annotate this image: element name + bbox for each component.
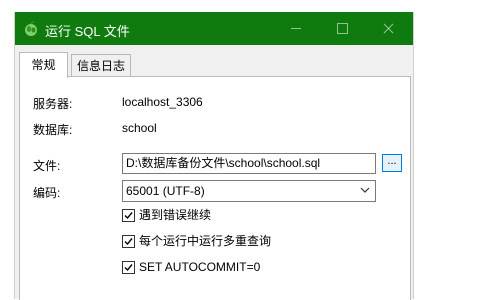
- multiple-queries-checkbox[interactable]: [122, 235, 135, 248]
- general-panel: 服务器: localhost_3306 数据库: school 文件: D:\数…: [19, 76, 411, 300]
- title-bar[interactable]: 运行 SQL 文件: [15, 12, 413, 45]
- tab-general[interactable]: 常规: [19, 52, 68, 78]
- close-icon[interactable]: [365, 12, 411, 45]
- run-sql-file-dialog: 运行 SQL 文件 常规 信息日志 服务器: localhost_3306 数据…: [14, 12, 414, 300]
- database-value: school: [122, 121, 157, 135]
- minimize-icon[interactable]: [273, 12, 319, 45]
- tab-info-log[interactable]: 信息日志: [71, 54, 131, 77]
- autocommit-checkbox[interactable]: [122, 261, 135, 274]
- multiple-queries-label: 每个运行中运行多重查询: [139, 234, 272, 248]
- encoding-selected-value: 65001 (UTF-8): [126, 184, 205, 198]
- autocommit-label: SET AUTOCOMMIT=0: [139, 260, 261, 274]
- checkmark-icon: [124, 212, 133, 220]
- navicat-leaf-icon: [25, 21, 37, 36]
- maximize-icon[interactable]: [319, 12, 365, 45]
- server-value: localhost_3306: [122, 95, 203, 109]
- chevron-down-icon: [360, 187, 370, 193]
- file-path-input[interactable]: D:\数据库备份文件\school\school.sql: [122, 153, 376, 174]
- checkmark-icon: [124, 264, 133, 272]
- browse-file-button[interactable]: ...: [382, 154, 402, 172]
- encoding-label: 编码:: [33, 186, 61, 200]
- continue-on-error-label: 遇到错误继续: [139, 208, 212, 222]
- server-label: 服务器:: [33, 97, 73, 111]
- checkmark-icon: [124, 238, 133, 246]
- window-title: 运行 SQL 文件: [45, 24, 130, 39]
- continue-on-error-checkbox[interactable]: [122, 209, 135, 222]
- encoding-select[interactable]: 65001 (UTF-8): [122, 180, 376, 202]
- database-label: 数据库:: [33, 123, 73, 137]
- file-label: 文件:: [33, 159, 61, 173]
